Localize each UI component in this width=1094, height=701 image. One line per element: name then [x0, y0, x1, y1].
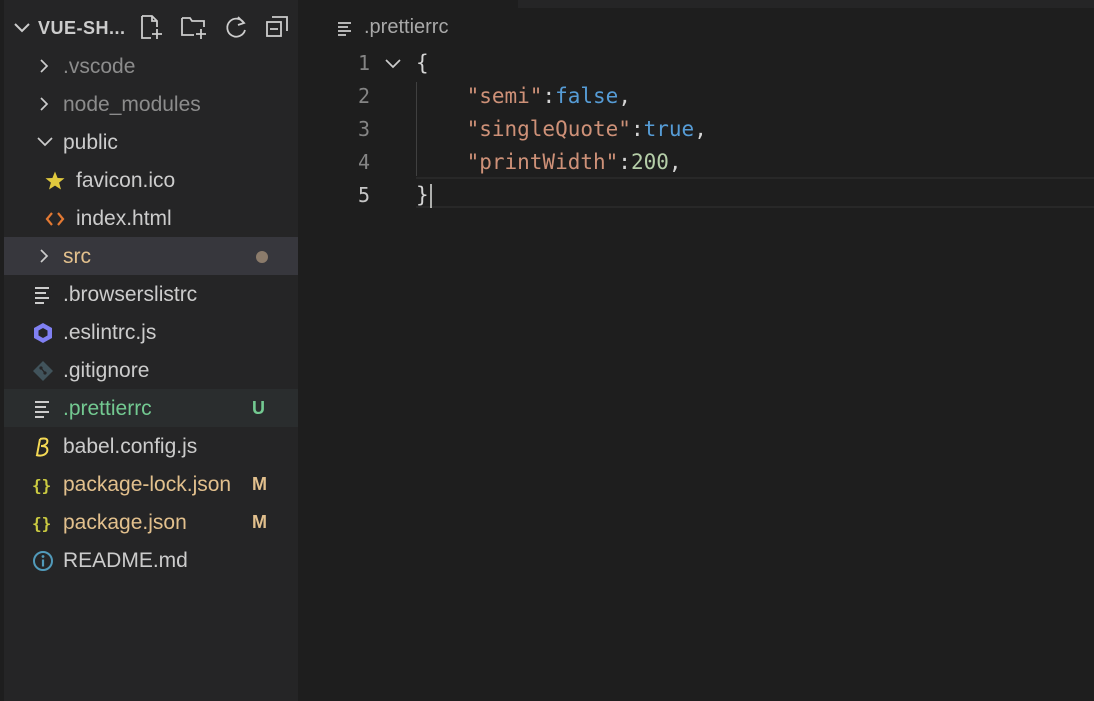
chevron-right-icon[interactable] — [36, 58, 52, 78]
workspace-title[interactable]: VUE-SH... — [38, 18, 126, 39]
code-line[interactable]: 2 "semi":false, — [298, 80, 1094, 113]
code-token: 200 — [630, 150, 669, 174]
tree-item-label: index.html — [76, 207, 172, 230]
text-cursor — [429, 184, 432, 208]
svg-text:{}: {} — [32, 476, 51, 495]
code-token: , — [668, 150, 682, 174]
code-token: , — [618, 84, 631, 108]
line-number: 4 — [357, 150, 370, 174]
breadcrumb-file[interactable]: .prettierrc — [364, 16, 448, 39]
code-line[interactable]: 5} — [298, 179, 1094, 212]
info-icon — [32, 550, 54, 572]
code-token: : — [618, 150, 631, 174]
html-icon — [44, 208, 66, 230]
text-lines-icon — [32, 398, 54, 420]
file-item-prettierrc[interactable]: .prettierrc U — [4, 389, 298, 427]
file-item-gitignore[interactable]: .gitignore — [4, 351, 298, 389]
git-status-badge: U — [252, 398, 265, 418]
tree-item-label: favicon.ico — [76, 169, 176, 192]
file-item-browserslistrc[interactable]: .browserslistrc — [4, 275, 298, 313]
code-line[interactable]: 1{ — [298, 47, 1094, 80]
tree-item-label: .gitignore — [63, 359, 150, 382]
tree-item-label: .vscode — [63, 55, 136, 78]
code-token: true — [643, 117, 695, 141]
star-icon — [44, 170, 66, 192]
new-file-icon[interactable] — [138, 14, 164, 40]
code-token: { — [416, 51, 429, 75]
code-token: : — [630, 117, 644, 141]
folder-item-public[interactable]: public — [4, 123, 298, 161]
modified-dot — [256, 251, 268, 263]
file-item-babel-config-js[interactable]: babel.config.js — [4, 427, 298, 465]
code-text[interactable]: "printWidth":200, — [416, 150, 682, 174]
json-braces-icon: {} — [32, 512, 54, 534]
file-item-package-lock-json[interactable]: {} package-lock.json M — [4, 465, 298, 503]
git-icon — [32, 360, 54, 382]
chevron-down-icon[interactable] — [12, 18, 32, 42]
tree-item-label: .prettierrc — [63, 397, 152, 420]
code-token: "printWidth" — [466, 150, 619, 174]
tree-item-label: package.json — [63, 511, 187, 534]
code-token: "semi" — [466, 84, 543, 108]
tree-item-label: public — [63, 131, 118, 154]
svg-text:{}: {} — [32, 514, 51, 533]
line-number: 3 — [357, 117, 370, 141]
eslint-icon — [32, 322, 54, 344]
json-braces-icon: {} — [32, 474, 54, 496]
code-text[interactable]: "semi":false, — [416, 84, 631, 108]
code-text[interactable]: { — [416, 51, 429, 75]
code-text[interactable]: "singleQuote":true, — [416, 117, 707, 141]
git-status-badge: M — [252, 474, 267, 494]
file-item-readme-md[interactable]: README.md — [4, 541, 298, 579]
code-token: false — [555, 84, 619, 108]
folder-item-node-modules[interactable]: node_modules — [4, 85, 298, 123]
code-token: "singleQuote" — [466, 117, 631, 141]
tree-item-label: README.md — [63, 549, 188, 572]
git-status-badge: M — [252, 512, 267, 532]
file-item-eslintrc-js[interactable]: .eslintrc.js — [4, 313, 298, 351]
code-line[interactable]: 4 "printWidth":200, — [298, 146, 1094, 179]
code-line[interactable]: 3 "singleQuote":true, — [298, 113, 1094, 146]
tree-item-label: package-lock.json — [63, 473, 232, 496]
file-item-favicon-ico[interactable]: favicon.ico — [4, 161, 298, 199]
collapse-all-icon[interactable] — [264, 14, 290, 40]
text-lines-icon — [336, 20, 354, 42]
code-token: } — [416, 183, 429, 207]
editor-pane: .prettierrc 1{2 "semi":false, 3 "singleQu… — [298, 0, 1094, 701]
babel-icon — [32, 436, 54, 458]
file-item-index-html[interactable]: index.html — [4, 199, 298, 237]
fold-chevron-icon[interactable] — [384, 56, 402, 76]
tree-item-label: babel.config.js — [63, 435, 198, 458]
refresh-icon[interactable] — [224, 14, 250, 40]
text-lines-icon — [32, 284, 54, 306]
file-item-package-json[interactable]: {} package.json M — [4, 503, 298, 541]
line-number: 5 — [357, 183, 370, 207]
chevron-right-icon[interactable] — [36, 96, 52, 116]
chevron-down-icon[interactable] — [36, 134, 54, 154]
code-token: , — [694, 117, 707, 141]
tree-item-label: src — [63, 245, 91, 268]
folder-item-vscode[interactable]: .vscode — [4, 47, 298, 85]
folder-item-src[interactable]: src — [4, 237, 298, 275]
tree-item-label: .eslintrc.js — [63, 321, 157, 344]
code-text[interactable]: } — [416, 183, 432, 208]
code-token: : — [542, 84, 556, 108]
line-number: 1 — [357, 51, 370, 75]
tab-strip — [518, 0, 1094, 8]
line-number: 2 — [357, 84, 370, 108]
explorer-sidebar: VUE-SH... .vscode node_modulespublic favic… — [0, 0, 298, 701]
tree-item-label: .browserslistrc — [63, 283, 198, 306]
new-folder-icon[interactable] — [180, 14, 206, 40]
chevron-right-icon[interactable] — [36, 248, 52, 268]
tree-item-label: node_modules — [63, 93, 201, 116]
explorer-header[interactable]: VUE-SH... — [4, 8, 298, 46]
